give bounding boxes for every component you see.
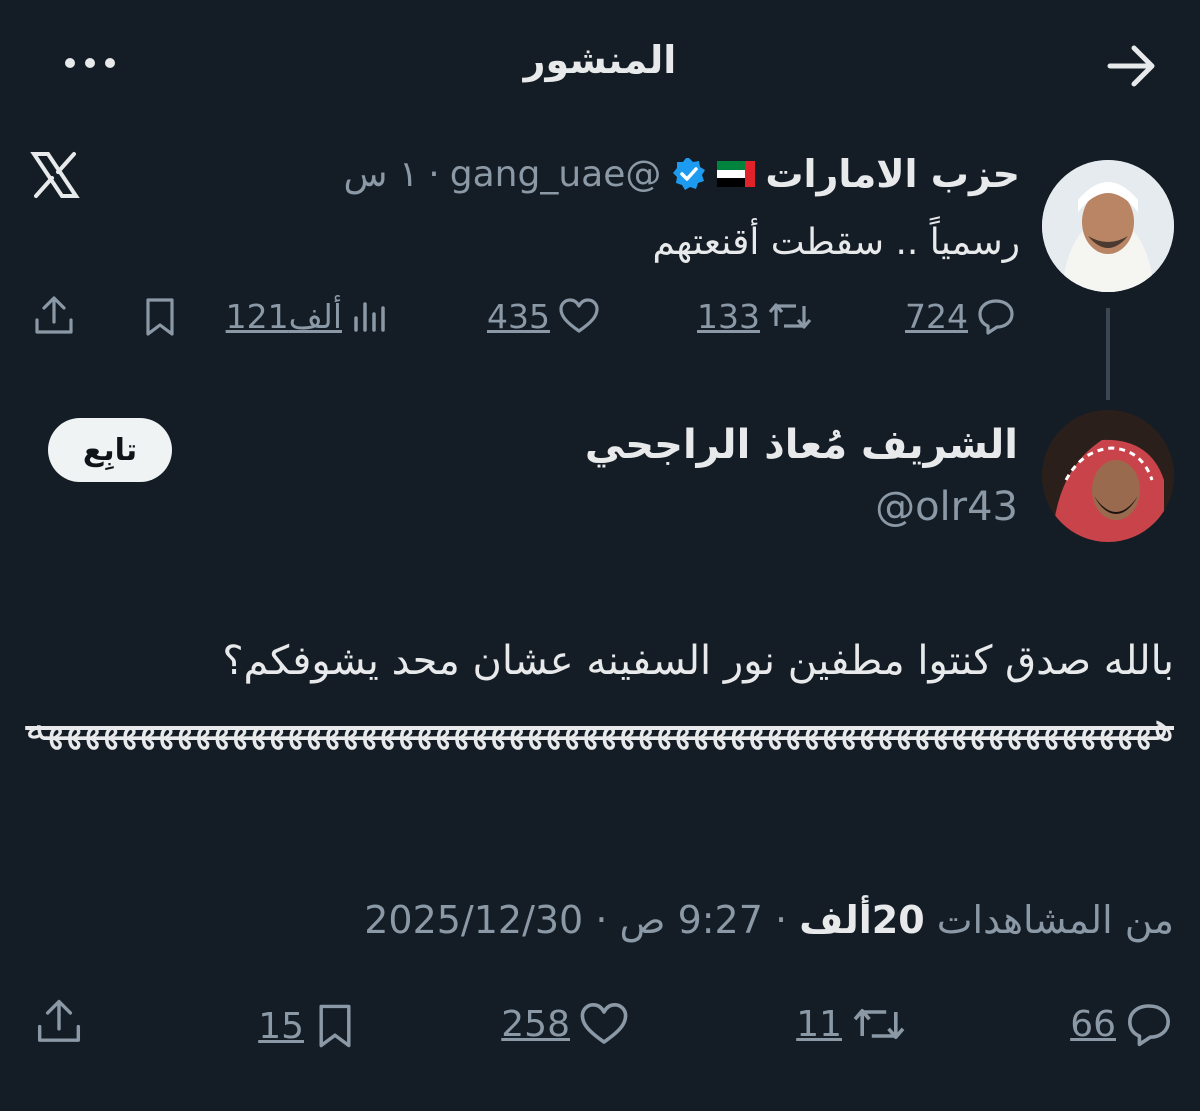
bookmark-button[interactable] <box>140 296 180 338</box>
like-count: 258 <box>501 1003 570 1045</box>
quoted-post-display-name[interactable]: حزب الامارات <box>765 152 1020 196</box>
thread-line <box>1106 308 1110 400</box>
x-logo-icon <box>30 150 80 200</box>
repost-count: 133 <box>697 296 760 336</box>
views-button[interactable]: 121ألف <box>226 296 390 336</box>
repost-button[interactable]: 133 <box>697 296 812 336</box>
avatar[interactable] <box>1042 410 1174 542</box>
share-button[interactable] <box>32 294 76 338</box>
heart-icon <box>580 1003 628 1044</box>
post-meta: من المشاهدات 20ألف · 9:27 ص · 2025/12/30 <box>364 898 1174 942</box>
verified-badge-icon <box>673 158 706 190</box>
heart-icon <box>559 298 599 333</box>
follow-button[interactable]: تابِع <box>48 418 172 482</box>
repost-icon <box>768 303 812 329</box>
reply-icon <box>1128 1004 1170 1047</box>
bookmark-icon <box>319 1004 351 1048</box>
share-button[interactable] <box>34 996 84 1048</box>
post-views-count[interactable]: 20ألف <box>799 898 924 942</box>
back-button[interactable] <box>1104 42 1160 90</box>
repost-icon <box>853 1009 905 1039</box>
share-icon <box>35 296 73 334</box>
reply-count: 66 <box>1070 1003 1116 1045</box>
quoted-post-header: حزب الامارات @gang_uae · ١ س <box>344 152 1020 196</box>
bookmark-icon <box>146 298 174 336</box>
share-icon <box>37 999 81 1042</box>
like-count: 435 <box>487 296 550 336</box>
reply-count: 724 <box>905 296 968 336</box>
uae-flag-icon <box>717 161 756 188</box>
like-button[interactable]: 435 <box>487 296 600 336</box>
post-text-laugh: هههههههههههههههههههههههههههههههههههههههه… <box>25 704 1174 750</box>
avatar[interactable] <box>1042 160 1174 292</box>
separator: · <box>775 898 788 942</box>
reply-button[interactable]: 724 <box>905 296 1016 336</box>
reply-button[interactable]: 66 <box>1070 1000 1174 1048</box>
views-bar-icon <box>354 302 385 332</box>
views-count: 121ألف <box>225 296 342 336</box>
like-button[interactable]: 258 <box>501 1000 630 1048</box>
post-views-suffix: من المشاهدات <box>936 898 1174 942</box>
page-title: المنشور <box>523 38 677 82</box>
post-handle[interactable]: @olr43 <box>875 484 1018 530</box>
repost-button[interactable]: 11 <box>796 1000 908 1048</box>
quoted-post-text: رسمياً .. سقطت أقنعتهم <box>652 222 1020 263</box>
repost-count: 11 <box>796 1003 842 1045</box>
post-time: 9:27 ص <box>619 898 763 942</box>
separator: · <box>428 153 440 195</box>
post-text: بالله صدق كنتوا مطفين نور السفينه عشان م… <box>24 628 1174 760</box>
post-display-name[interactable]: الشريف مُعاذ الراجحي <box>585 422 1018 468</box>
bookmark-count: 15 <box>258 1005 304 1047</box>
arrow-right-icon <box>1107 45 1155 87</box>
bookmark-button[interactable]: 15 <box>258 1000 358 1052</box>
separator: · <box>595 898 608 942</box>
reply-icon <box>978 299 1014 335</box>
post-text-main: بالله صدق كنتوا مطفين نور السفينه عشان م… <box>222 638 1174 684</box>
quoted-post-time[interactable]: ١ س <box>344 154 419 195</box>
post-date: 2025/12/30 <box>364 898 584 942</box>
quoted-post-handle[interactable]: @gang_uae <box>450 154 662 195</box>
